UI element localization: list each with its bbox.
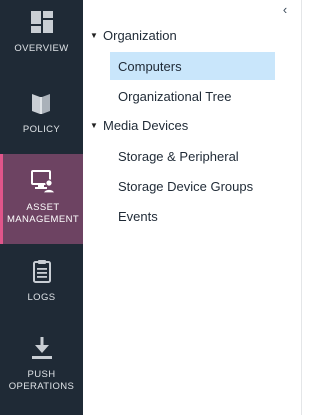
tree-item-label: Computers [118, 58, 182, 74]
push-download-icon [31, 337, 52, 359]
nav-item-label: POLICY [22, 124, 61, 135]
collapse-panel-button[interactable]: ‹ [277, 3, 293, 17]
tree-item-label: Storage Device Groups [118, 178, 254, 194]
policy-book-icon [31, 94, 50, 114]
nav-item-label: LOGS [27, 292, 56, 303]
tree-item-computers[interactable]: Computers [110, 52, 275, 80]
tree-group-media-devices[interactable]: ▼ Media Devices [83, 114, 302, 136]
asset-tree-panel: ‹ ▼ Organization Computers Organizationa… [83, 0, 302, 415]
nav-item-label-line-2: MANAGEMENT [6, 214, 80, 225]
nav-item-overview[interactable]: OVERVIEW [0, 0, 83, 78]
tree-group-label: Organization [103, 27, 177, 43]
tree-item-organizational-tree[interactable]: Organizational Tree [110, 82, 275, 110]
nav-item-label: OVERVIEW [14, 43, 69, 54]
tree-item-storage-device-groups[interactable]: Storage Device Groups [110, 172, 275, 200]
tree-item-events[interactable]: Events [110, 202, 275, 230]
logs-clipboard-icon [32, 260, 51, 283]
nav-item-label-line-2: OPERATIONS [8, 381, 75, 392]
nav-item-label-line-1: PUSH [27, 369, 56, 380]
tree-group-organization[interactable]: ▼ Organization [83, 24, 302, 46]
nav-item-asset-management[interactable]: ASSET MANAGEMENT [0, 154, 83, 244]
nav-item-push-operations[interactable]: PUSH OPERATIONS [0, 322, 83, 415]
chevron-left-icon: ‹ [282, 2, 288, 17]
tree-item-label: Storage & Peripheral [118, 148, 239, 164]
nav-item-label-line-1: ASSET [26, 202, 60, 213]
tree-group-label: Media Devices [103, 117, 189, 133]
caret-down-icon: ▼ [90, 30, 98, 40]
nav-item-policy[interactable]: POLICY [0, 78, 83, 154]
tree-item-label: Organizational Tree [118, 88, 232, 104]
asset-monitor-user-icon [31, 170, 56, 194]
caret-down-icon: ▼ [90, 120, 98, 130]
nav-item-logs[interactable]: LOGS [0, 244, 83, 322]
tree-item-storage-peripheral[interactable]: Storage & Peripheral [110, 142, 275, 170]
overview-grid-icon [30, 11, 53, 33]
tree-item-label: Events [118, 208, 158, 224]
nav-rail: OVERVIEW POLICY ASSET MANAGEMENT LOGS PU… [0, 0, 83, 415]
